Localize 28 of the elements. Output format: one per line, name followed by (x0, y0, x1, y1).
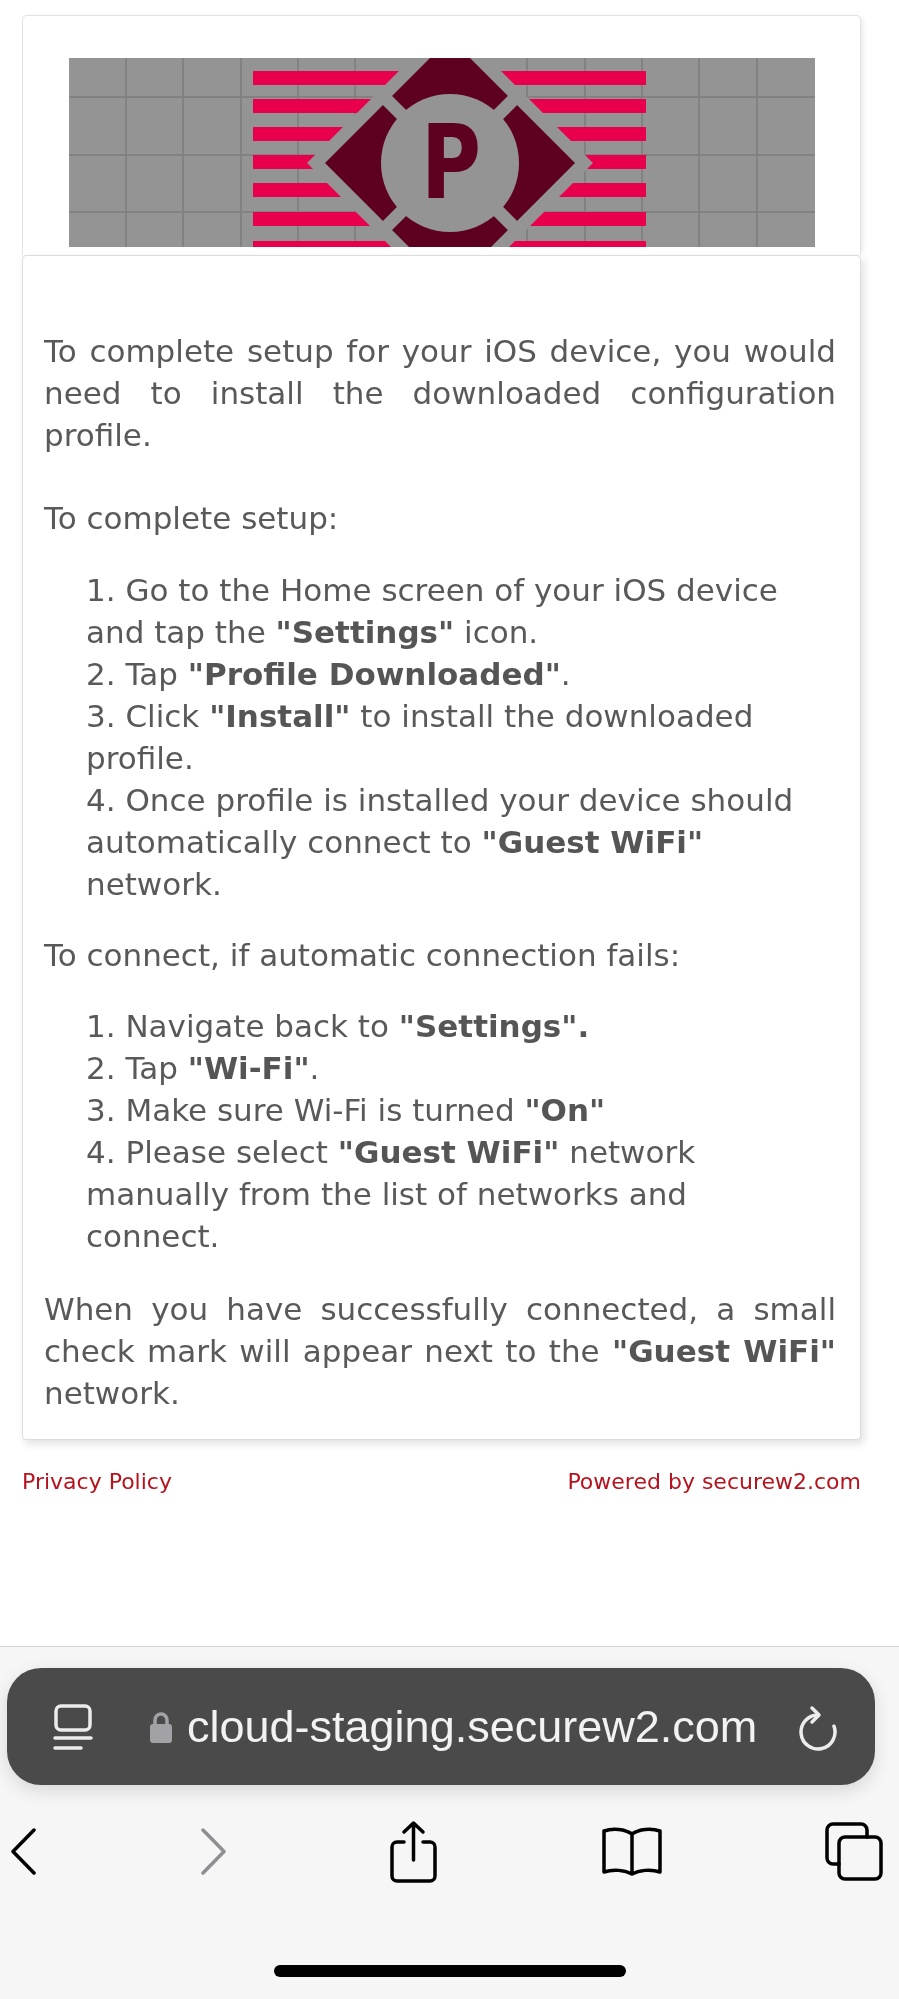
instruction-step: 1. Go to the Home screen of your iOS device and tap the "Settings" icon. (86, 569, 814, 653)
closing-paragraph: When you have successfully connected, a small check mark will appear next to the "Guest WiFi" network. (44, 1290, 836, 1413)
tabs-button[interactable] (825, 1821, 883, 1881)
instruction-step: 3. Make sure Wi-Fi is turned "On" (86, 1089, 814, 1131)
section-heading: To complete setup: (44, 499, 340, 538)
share-button[interactable] (389, 1819, 438, 1883)
chevron-right-icon (199, 1827, 227, 1875)
page-menu-icon (53, 1703, 93, 1750)
bookmarks-button[interactable] (600, 1826, 663, 1876)
logo-letter: P (421, 101, 498, 223)
book-icon (600, 1826, 663, 1876)
tabs-icon (825, 1821, 883, 1881)
page-menu-button[interactable] (53, 1703, 93, 1750)
instruction-step: 4. Please select "Guest WiFi" network manually from the list of networks and connect. (86, 1131, 814, 1257)
lock-icon (149, 1709, 173, 1744)
instruction-step: 2. Tap "Profile Downloaded". (86, 653, 814, 695)
instruction-step: 4. Once profile is installed your device should automatically connect to "Guest WiFi" network. (86, 779, 814, 905)
footer-link[interactable]: Powered by securew2.com (567, 1468, 861, 1495)
instruction-step: 1. Navigate back to "Settings". (86, 1005, 814, 1047)
back-button[interactable] (10, 1827, 37, 1875)
url-field[interactable]: cloud-staging.securew2.com (149, 1700, 798, 1753)
intro-paragraph: To complete setup for your iOS device, you would need to install the downloaded configuration profile. (44, 332, 836, 455)
instruction-step: 2. Tap "Wi-Fi". (86, 1047, 814, 1089)
chevron-left-icon (10, 1827, 37, 1875)
instruction-step: 3. Click "Install" to install the downloaded profile. (86, 695, 814, 779)
footer-link[interactable]: Privacy Policy (22, 1468, 172, 1495)
share-icon (389, 1819, 438, 1883)
section-heading: To connect, if automatic connection fails: (44, 936, 682, 975)
